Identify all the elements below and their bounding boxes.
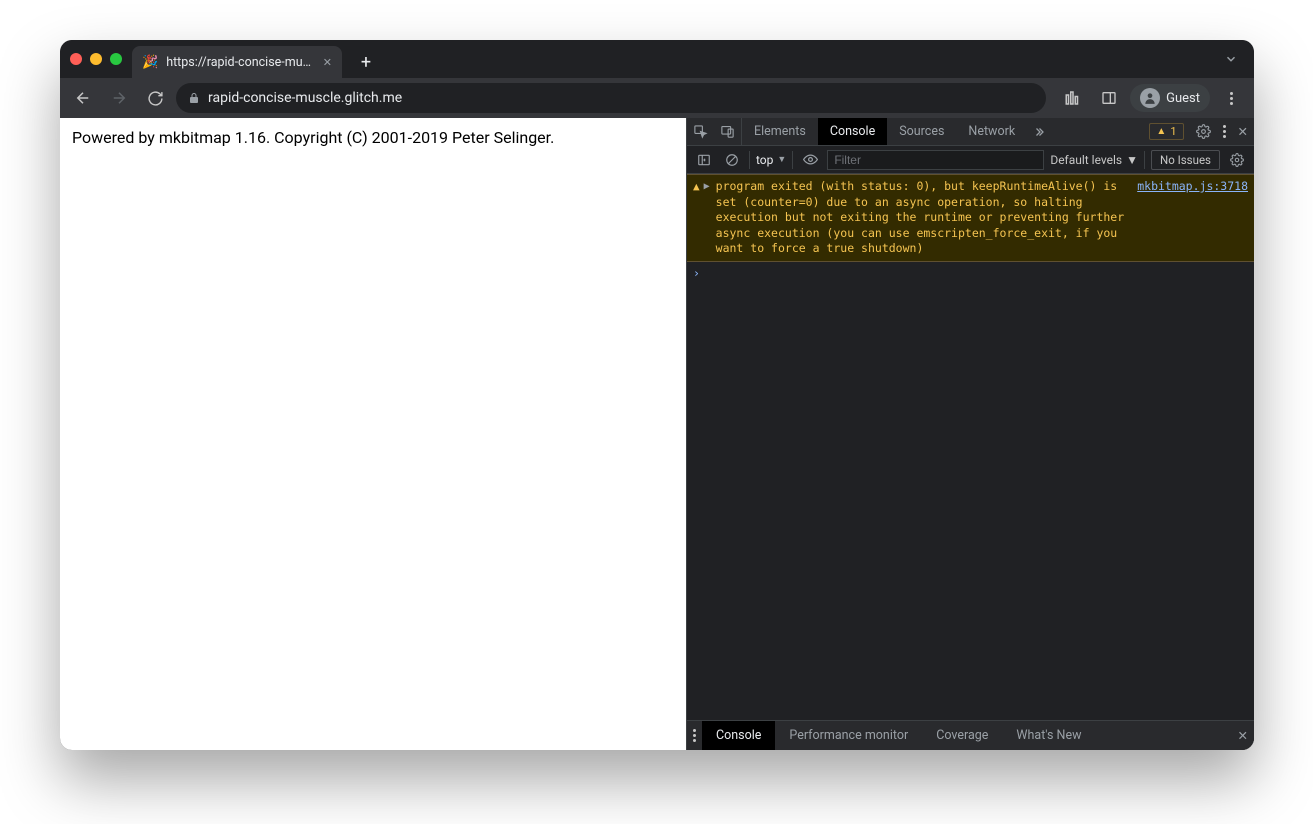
devtools-panel: Elements Console Sources Network ▲ 1 (686, 118, 1254, 750)
log-levels-label: Default levels (1050, 153, 1122, 167)
device-toggle-button[interactable] (714, 118, 741, 145)
warnings-count-badge[interactable]: ▲ 1 (1149, 123, 1183, 140)
drawer-tab-console[interactable]: Console (702, 721, 775, 750)
warning-icon: ▲ (1156, 126, 1166, 137)
reload-button[interactable] (140, 83, 170, 113)
console-warning-row[interactable]: ▲ ▶ program exited (with status: 0), but… (687, 174, 1254, 262)
drawer-tab-performance-monitor[interactable]: Performance monitor (775, 721, 922, 750)
address-bar[interactable]: rapid-concise-muscle.glitch.me (176, 83, 1046, 113)
browser-tab[interactable]: 🎉 https://rapid-concise-muscle.g ✕ (132, 46, 342, 78)
devtools-tabs: Elements Console Sources Network ▲ 1 (687, 118, 1254, 146)
live-expression-button[interactable] (799, 149, 821, 171)
console-toolbar: top ▼ Default levels ▼ No Issues (687, 146, 1254, 174)
close-tab-button[interactable]: ✕ (323, 56, 332, 69)
drawer-tab-coverage[interactable]: Coverage (922, 721, 1002, 750)
context-selector[interactable]: top ▼ (756, 153, 786, 167)
drawer-menu-button[interactable] (687, 721, 702, 750)
context-label: top (756, 153, 773, 167)
chevron-down-icon: ▼ (1126, 153, 1138, 167)
new-tab-button[interactable]: + (352, 48, 380, 76)
browser-toolbar: rapid-concise-muscle.glitch.me Guest (60, 78, 1254, 118)
chevron-down-icon: ▼ (777, 154, 786, 165)
close-window-button[interactable] (70, 53, 82, 65)
avatar-icon (1140, 88, 1160, 108)
tab-title: https://rapid-concise-muscle.g (166, 55, 315, 70)
back-button[interactable] (68, 83, 98, 113)
lock-icon (188, 92, 200, 104)
browser-body: Powered by mkbitmap 1.16. Copyright (C) … (60, 118, 1254, 750)
prompt-icon: › (693, 266, 700, 280)
clear-console-button[interactable] (721, 149, 743, 171)
tab-sources[interactable]: Sources (887, 118, 956, 145)
tab-elements[interactable]: Elements (742, 118, 818, 145)
minimize-window-button[interactable] (90, 53, 102, 65)
expand-icon[interactable]: ▶ (704, 180, 710, 257)
inspect-element-button[interactable] (687, 118, 714, 145)
console-prompt[interactable]: › (687, 262, 1254, 284)
browser-menu-button[interactable] (1216, 83, 1246, 113)
favicon-icon: 🎉 (142, 55, 158, 70)
issues-button[interactable]: No Issues (1151, 150, 1220, 170)
maximize-window-button[interactable] (110, 53, 122, 65)
warnings-count: 1 (1170, 125, 1176, 138)
forward-button[interactable] (104, 83, 134, 113)
tabs-overflow-button[interactable] (1027, 118, 1051, 145)
devtools-menu-button[interactable] (1217, 118, 1232, 145)
devtools-drawer: Console Performance monitor Coverage Wha… (687, 720, 1254, 750)
browser-window: 🎉 https://rapid-concise-muscle.g ✕ + (60, 40, 1254, 750)
log-levels-selector[interactable]: Default levels ▼ (1050, 153, 1138, 167)
tab-network[interactable]: Network (956, 118, 1027, 145)
console-settings-button[interactable] (1226, 149, 1248, 171)
warning-message: program exited (with status: 0), but kee… (716, 179, 1132, 257)
tab-console[interactable]: Console (818, 118, 887, 145)
profile-button[interactable]: Guest (1130, 84, 1210, 112)
browser-titlebar: 🎉 https://rapid-concise-muscle.g ✕ + (60, 40, 1254, 78)
panel-toggle-button[interactable] (1094, 83, 1124, 113)
devtools-settings-button[interactable] (1190, 118, 1217, 145)
profile-label: Guest (1166, 91, 1200, 106)
window-controls (70, 53, 122, 65)
tab-overflow-button[interactable] (1224, 52, 1238, 66)
page-text: Powered by mkbitmap 1.16. Copyright (C) … (72, 128, 674, 147)
console-filter-input[interactable] (827, 150, 1044, 170)
address-text: rapid-concise-muscle.glitch.me (208, 90, 1034, 106)
warning-source-link[interactable]: mkbitmap.js:3718 (1137, 179, 1248, 257)
drawer-tab-whats-new[interactable]: What's New (1002, 721, 1095, 750)
console-log-area[interactable]: ▲ ▶ program exited (with status: 0), but… (687, 174, 1254, 720)
devtools-close-button[interactable]: ✕ (1232, 118, 1254, 145)
warning-icon: ▲ (693, 180, 700, 257)
console-sidebar-toggle[interactable] (693, 149, 715, 171)
media-control-button[interactable] (1058, 83, 1088, 113)
page-content: Powered by mkbitmap 1.16. Copyright (C) … (60, 118, 686, 750)
drawer-close-button[interactable]: ✕ (1232, 721, 1254, 750)
